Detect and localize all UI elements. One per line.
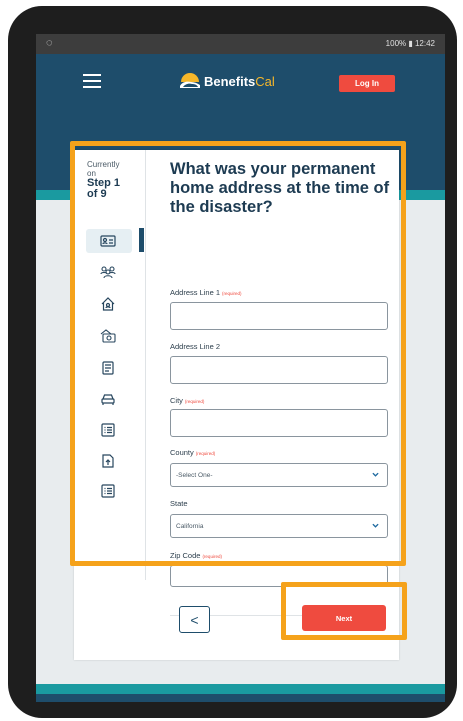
- loading-icon: ◌: [46, 37, 53, 49]
- bear-logo-icon: [180, 73, 200, 88]
- chevron-left-icon: <: [190, 611, 199, 628]
- footer-teal-stripe: [36, 684, 445, 694]
- highlight-box-next: [281, 582, 407, 640]
- menu-icon[interactable]: [83, 74, 101, 88]
- logo-text: BenefitsCal: [204, 73, 275, 89]
- back-button[interactable]: <: [179, 606, 210, 633]
- status-bar: ◌ 100% ▮ 12:42: [36, 34, 445, 54]
- header: BenefitsCal Log In: [36, 54, 445, 138]
- logo[interactable]: BenefitsCal: [179, 72, 275, 90]
- status-info: 100% ▮ 12:42: [385, 39, 435, 48]
- footer-band: [36, 694, 445, 702]
- highlight-box-form: [70, 141, 406, 566]
- login-button[interactable]: Log In: [339, 75, 395, 92]
